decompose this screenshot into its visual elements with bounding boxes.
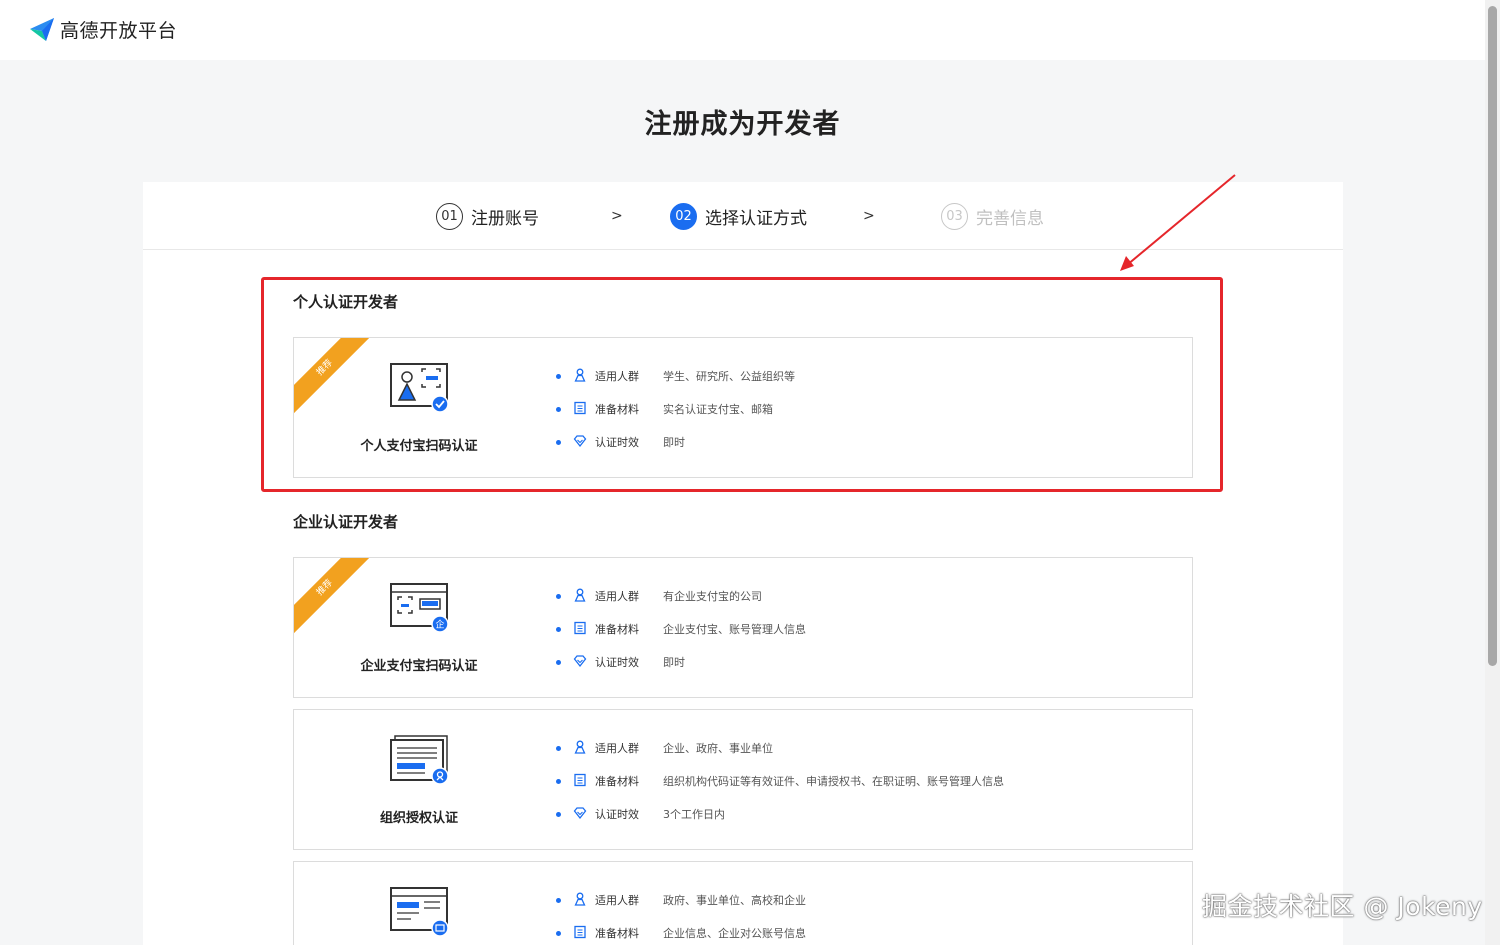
person-icon [574, 892, 586, 906]
info-key: 准备材料 [595, 927, 639, 940]
step-separator: > [863, 208, 875, 224]
bullet-dot [556, 627, 561, 632]
info-value: 有企业支付宝的公司 [663, 590, 762, 603]
organization-document-icon [390, 735, 449, 785]
step-label: 完善信息 [976, 209, 1044, 229]
step-label: 注册账号 [471, 209, 539, 229]
info-value: 组织机构代码证等有效证件、申请授权书、在职证明、账号管理人信息 [663, 775, 1004, 788]
info-value: 企业支付宝、账号管理人信息 [663, 623, 806, 636]
info-row-audience: 适用人群 企业、政府、事业单位 [556, 740, 1004, 773]
card-corporate-account[interactable]: 适用人群 政府、事业单位、高校和企业 准备材料 企业信息、企业对公账号信息 [293, 861, 1193, 945]
step-number: 03 [941, 203, 968, 230]
card-name: 组织授权认证 [379, 811, 458, 826]
info-value: 即时 [663, 656, 685, 669]
bullet-dot [556, 746, 561, 751]
step-separator: > [611, 208, 623, 224]
document-icon [574, 621, 586, 635]
annotation-arrow [1120, 174, 1236, 271]
info-key: 适用人群 [595, 590, 639, 603]
info-row-materials: 准备材料 组织机构代码证等有效证件、申请授权书、在职证明、账号管理人信息 [556, 773, 1004, 806]
scrollbar-thumb[interactable] [1488, 6, 1497, 666]
info-key: 准备材料 [595, 775, 639, 788]
info-key: 认证时效 [595, 808, 639, 821]
document-icon [574, 925, 586, 939]
bullet-dot [556, 931, 561, 936]
step-number: 01 [436, 203, 463, 230]
step-label: 选择认证方式 [705, 209, 807, 229]
step-select-verification: 02 选择认证方式 [670, 203, 807, 230]
info-key: 适用人群 [595, 742, 639, 755]
info-row-materials: 准备材料 企业信息、企业对公账号信息 [556, 925, 806, 945]
diamond-icon [573, 655, 587, 668]
info-row-audience: 适用人群 政府、事业单位、高校和企业 [556, 892, 806, 925]
step-number: 02 [670, 203, 697, 230]
step-complete-info: 03 完善信息 [941, 203, 1044, 230]
info-row-time: 认证时效 即时 [556, 654, 806, 687]
step-register-account: 01 注册账号 [436, 203, 539, 230]
info-value: 政府、事业单位、高校和企业 [663, 894, 806, 907]
person-icon [574, 740, 586, 754]
card-info: 适用人群 有企业支付宝的公司 准备材料 企业支付宝、账号管理人信息 认证时效 即… [556, 588, 806, 687]
card-organization-authorization[interactable]: 组织授权认证 适用人群 企业、政府、事业单位 准备材料 组织机构代码证等有效证件… [293, 709, 1193, 850]
recommended-ribbon: 推荐 [294, 558, 371, 634]
info-key: 准备材料 [595, 623, 639, 636]
diamond-icon [573, 807, 587, 820]
card-name: 企业支付宝扫码认证 [360, 659, 478, 674]
bullet-dot [556, 660, 561, 665]
svg-text:企: 企 [435, 619, 444, 631]
info-value: 企业信息、企业对公账号信息 [663, 927, 806, 940]
watermark: 掘金技术社区 @ Jokeny [1202, 892, 1483, 921]
info-row-materials: 准备材料 企业支付宝、账号管理人信息 [556, 621, 806, 654]
bullet-dot [556, 812, 561, 817]
bullet-dot [556, 898, 561, 903]
bullet-dot [556, 594, 561, 599]
page-title: 注册成为开发者 [644, 109, 841, 140]
info-row-audience: 适用人群 有企业支付宝的公司 [556, 588, 806, 621]
info-key: 认证时效 [595, 656, 639, 669]
card-info: 适用人群 政府、事业单位、高校和企业 准备材料 企业信息、企业对公账号信息 [556, 892, 806, 945]
card-enterprise-alipay[interactable]: 推荐 企 企业支付宝扫码认证 适用人群 有企业支付宝的公司 准备材料 企业支付宝… [293, 557, 1193, 698]
section-title-enterprise: 企业认证开发者 [293, 513, 399, 531]
top-bar: 高德开放平台 [0, 0, 1485, 60]
document-icon [574, 773, 586, 787]
amap-logo-icon [30, 18, 54, 41]
info-row-time: 认证时效 3个工作日内 [556, 806, 1004, 839]
logo[interactable]: 高德开放平台 [28, 15, 177, 43]
card-info: 适用人群 企业、政府、事业单位 准备材料 组织机构代码证等有效证件、申请授权书、… [556, 740, 1004, 839]
info-key: 适用人群 [595, 894, 639, 907]
annotation-highlight-box [261, 277, 1223, 492]
info-value: 3个工作日内 [663, 808, 725, 821]
info-value: 企业、政府、事业单位 [663, 742, 773, 755]
logo-text: 高德开放平台 [60, 19, 178, 42]
bullet-dot [556, 779, 561, 784]
enterprise-scan-icon: 企 [390, 583, 449, 633]
person-icon [574, 588, 586, 602]
corporate-account-icon [390, 887, 449, 937]
